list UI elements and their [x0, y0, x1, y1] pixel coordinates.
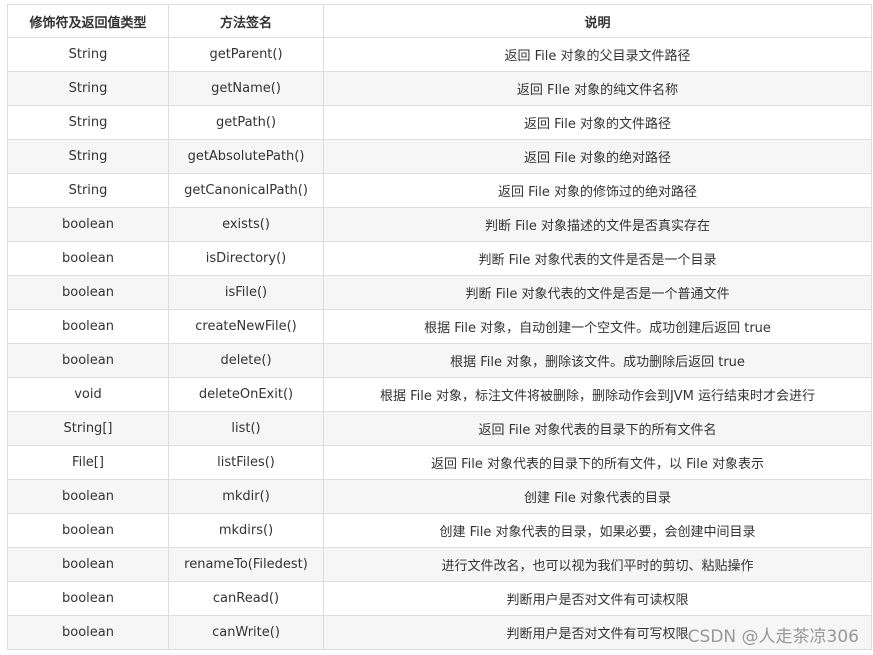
cell-description: 根据 File 对象，标注文件将被删除，删除动作会到JVM 运行结束时才会进行: [323, 377, 872, 412]
cell-method-signature: mkdir(): [168, 479, 324, 514]
cell-method-signature: renameTo(Filedest): [168, 547, 324, 582]
cell-description: 返回 FIle 对象的纯文件名称: [323, 71, 872, 106]
cell-return-type: String[]: [7, 411, 169, 446]
cell-method-signature: canWrite(): [168, 615, 324, 650]
cell-method-signature: getAbsolutePath(): [168, 139, 324, 174]
table-row: boolean mkdir() 创建 File 对象代表的目录: [7, 479, 872, 514]
cell-method-signature: getParent(): [168, 37, 324, 72]
cell-return-type: boolean: [7, 241, 169, 276]
table-row: boolean exists() 判断 File 对象描述的文件是否真实存在: [7, 207, 872, 242]
table-row: boolean canRead() 判断用户是否对文件有可读权限: [7, 581, 872, 616]
table-row: String getAbsolutePath() 返回 File 对象的绝对路径: [7, 139, 872, 174]
cell-description: 创建 File 对象代表的目录: [323, 479, 872, 514]
table-row: String[] list() 返回 File 对象代表的目录下的所有文件名: [7, 411, 872, 446]
cell-description: 返回 File 对象的文件路径: [323, 105, 872, 140]
cell-description: 判断 File 对象描述的文件是否真实存在: [323, 207, 872, 242]
cell-method-signature: isFile(): [168, 275, 324, 310]
header-description: 说明: [323, 4, 872, 38]
table-row: boolean isDirectory() 判断 File 对象代表的文件是否是一个…: [7, 241, 872, 276]
cell-method-signature: listFiles(): [168, 445, 324, 480]
cell-return-type: boolean: [7, 309, 169, 344]
cell-description: 判断用户是否对文件有可读权限: [323, 581, 872, 616]
cell-return-type: String: [7, 37, 169, 72]
cell-description: 判断 File 对象代表的文件是否是一个目录: [323, 241, 872, 276]
csdn-watermark: CSDN @人走茶凉306: [687, 627, 859, 647]
cell-method-signature: list(): [168, 411, 324, 446]
file-methods-table-container: 修饰符及返回值类型 方法签名 说明 String getParent() 返回 Fi…: [7, 4, 872, 650]
cell-method-signature: getCanonicalPath(): [168, 173, 324, 208]
table-row: String getName() 返回 FIle 对象的纯文件名称: [7, 71, 872, 106]
cell-return-type: String: [7, 139, 169, 174]
cell-description: 返回 File 对象的修饰过的绝对路径: [323, 173, 872, 208]
file-methods-table: 修饰符及返回值类型 方法签名 说明 String getParent() 返回 Fi…: [7, 4, 872, 650]
table-row: boolean createNewFile() 根据 File 对象，自动创建一个空…: [7, 309, 872, 344]
cell-return-type: void: [7, 377, 169, 412]
cell-method-signature: mkdirs(): [168, 513, 324, 548]
cell-return-type: boolean: [7, 615, 169, 650]
cell-return-type: boolean: [7, 581, 169, 616]
cell-return-type: File[]: [7, 445, 169, 480]
cell-description: 创建 File 对象代表的目录，如果必要，会创建中间目录: [323, 513, 872, 548]
cell-description: 根据 File 对象，自动创建一个空文件。成功创建后返回 true: [323, 309, 872, 344]
cell-method-signature: exists(): [168, 207, 324, 242]
cell-return-type: String: [7, 173, 169, 208]
cell-method-signature: createNewFile(): [168, 309, 324, 344]
table-row: boolean delete() 根据 File 对象，删除该文件。成功删除后返回 …: [7, 343, 872, 378]
cell-description: 判断 File 对象代表的文件是否是一个普通文件: [323, 275, 872, 310]
cell-description: 返回 File 对象的绝对路径: [323, 139, 872, 174]
table-row: String getPath() 返回 File 对象的文件路径: [7, 105, 872, 140]
cell-description: 根据 File 对象，删除该文件。成功删除后返回 true: [323, 343, 872, 378]
cell-return-type: String: [7, 105, 169, 140]
table-row: boolean mkdirs() 创建 File 对象代表的目录，如果必要，会创建中…: [7, 513, 872, 548]
cell-return-type: String: [7, 71, 169, 106]
cell-return-type: boolean: [7, 207, 169, 242]
cell-description: 返回 File 对象的父目录文件路径: [323, 37, 872, 72]
cell-return-type: boolean: [7, 547, 169, 582]
table-row: boolean renameTo(Filedest) 进行文件改名，也可以视为我们平…: [7, 547, 872, 582]
cell-return-type: boolean: [7, 479, 169, 514]
cell-return-type: boolean: [7, 513, 169, 548]
cell-return-type: boolean: [7, 343, 169, 378]
header-return-type: 修饰符及返回值类型: [7, 4, 169, 38]
table-row: boolean isFile() 判断 File 对象代表的文件是否是一个普通文件: [7, 275, 872, 310]
cell-method-signature: getPath(): [168, 105, 324, 140]
header-method-signature: 方法签名: [168, 4, 324, 38]
table-row: String getCanonicalPath() 返回 File 对象的修饰过的绝…: [7, 173, 872, 208]
table-header-row: 修饰符及返回值类型 方法签名 说明: [7, 4, 872, 38]
cell-method-signature: getName(): [168, 71, 324, 106]
table-body: String getParent() 返回 File 对象的父目录文件路径 Strin…: [7, 37, 872, 650]
cell-description: 返回 File 对象代表的目录下的所有文件名: [323, 411, 872, 446]
cell-description: 返回 File 对象代表的目录下的所有文件，以 File 对象表示: [323, 445, 872, 480]
cell-method-signature: delete(): [168, 343, 324, 378]
cell-return-type: boolean: [7, 275, 169, 310]
table-row: String getParent() 返回 File 对象的父目录文件路径: [7, 37, 872, 72]
cell-method-signature: deleteOnExit(): [168, 377, 324, 412]
cell-description: 进行文件改名，也可以视为我们平时的剪切、粘贴操作: [323, 547, 872, 582]
table-row: void deleteOnExit() 根据 File 对象，标注文件将被删除，删除…: [7, 377, 872, 412]
cell-method-signature: canRead(): [168, 581, 324, 616]
cell-method-signature: isDirectory(): [168, 241, 324, 276]
table-row: File[] listFiles() 返回 File 对象代表的目录下的所有文件，以…: [7, 445, 872, 480]
